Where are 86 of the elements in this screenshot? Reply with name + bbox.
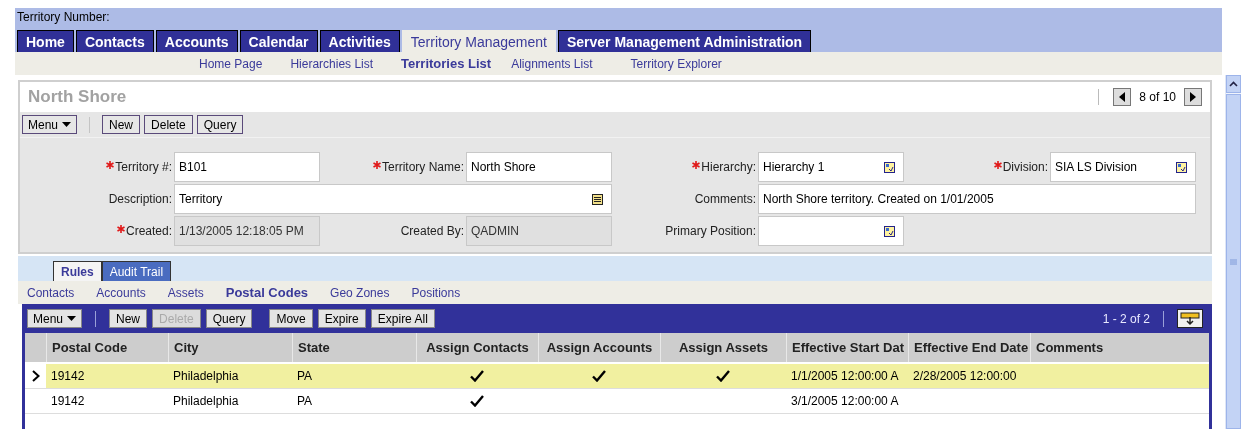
table-cell: 1/1/2005 12:00:00 A xyxy=(791,369,899,383)
table-row[interactable]: 19142 Philadelphia PA 1/1/2005 12:00:00 A 2/28/2005 12:00:00 xyxy=(25,364,1209,389)
toolbar-button[interactable]: Expire All xyxy=(370,309,435,328)
nav-tab[interactable]: Activities xyxy=(319,30,400,52)
view-tab[interactable]: Audit Trail xyxy=(101,261,172,281)
record-title: North Shore xyxy=(28,87,127,107)
nav-tab[interactable]: Territory Management xyxy=(401,30,556,52)
record-position: 8 of 10 xyxy=(1139,90,1176,104)
related-link[interactable]: Assets xyxy=(167,285,204,300)
field-label: Created By: xyxy=(400,224,464,238)
table-cell: 2/28/2005 12:00:00 xyxy=(913,369,1017,383)
previous-record-button[interactable] xyxy=(1113,88,1132,106)
input-field[interactable]: 1/13/2005 12:18:05 PM xyxy=(174,216,320,246)
field-label: Comments: xyxy=(694,192,756,206)
toolbar-button[interactable]: Expire xyxy=(317,309,366,328)
toolbar-button[interactable]: Move xyxy=(269,309,313,328)
field-label: Description: xyxy=(108,192,172,206)
left-triangle-icon xyxy=(1118,92,1127,102)
field-label: Division: xyxy=(1002,160,1048,174)
nav-tab[interactable]: Calendar xyxy=(239,30,318,52)
input-field[interactable]: North Shore xyxy=(466,152,612,182)
table-cell: Philadelphia xyxy=(173,394,239,408)
input-field[interactable]: North Shore territory. Created on 1/01/2005 xyxy=(758,184,1196,214)
column-header[interactable]: Postal Code xyxy=(46,333,168,362)
subnav-link[interactable]: Alignments List xyxy=(511,56,593,71)
toolbar-button[interactable]: Query xyxy=(205,309,253,328)
related-link[interactable]: Positions xyxy=(411,285,461,300)
subnav-link[interactable]: Territories List xyxy=(401,56,492,71)
related-link[interactable]: Contacts xyxy=(27,285,75,300)
caret-icon xyxy=(62,122,72,127)
next-record-button[interactable] xyxy=(1184,88,1202,106)
table-cell: Philadelphia xyxy=(173,369,239,383)
nav-tab[interactable]: Home xyxy=(17,30,74,52)
input-field[interactable]: B101 xyxy=(174,152,320,182)
territory-number-label: Territory Number: xyxy=(16,9,111,26)
view-tab[interactable]: Rules xyxy=(53,261,102,281)
table-cell: PA xyxy=(297,394,313,408)
picklist-icon[interactable] xyxy=(884,225,895,237)
picklist-icon[interactable] xyxy=(1176,161,1187,173)
caret-icon xyxy=(67,316,77,321)
nav-tab[interactable]: Accounts xyxy=(155,30,238,52)
related-link[interactable]: Postal Codes xyxy=(225,285,309,300)
download-icon xyxy=(1180,311,1200,326)
nav-tab[interactable]: Contacts xyxy=(75,30,154,52)
right-triangle-icon xyxy=(1189,92,1197,102)
toolbar-button[interactable]: Query xyxy=(196,115,244,134)
nav-tab[interactable]: Server Management Administration xyxy=(557,30,812,52)
picklist-field[interactable]: Hierarchy 1 xyxy=(758,152,904,182)
related-link[interactable]: Geo Zones xyxy=(330,285,390,300)
table-cell: 19142 xyxy=(51,369,85,383)
field-label: Territory #: xyxy=(115,160,172,174)
toolbar-button[interactable]: New xyxy=(109,309,148,328)
export-button[interactable] xyxy=(1177,309,1203,328)
notes-icon[interactable] xyxy=(592,193,603,205)
row-pointer-icon xyxy=(31,370,40,382)
field-label: Primary Position: xyxy=(665,224,756,238)
field-label: Territory Name: xyxy=(382,160,464,174)
menu-button[interactable]: Menu xyxy=(27,309,83,328)
column-header[interactable]: Comments xyxy=(1030,333,1208,362)
table-cell: 3/1/2005 12:00:00 A xyxy=(791,394,899,408)
field-label: Created: xyxy=(125,224,172,238)
picklist-field[interactable] xyxy=(758,216,904,246)
table-cell: PA xyxy=(297,369,313,383)
picklist-field[interactable]: SIA LS Division xyxy=(1050,152,1196,182)
toolbar-button[interactable]: Delete xyxy=(144,115,193,134)
column-header[interactable]: Effective Start Dat xyxy=(786,333,908,362)
picklist-icon[interactable] xyxy=(884,161,895,173)
toolbar-button[interactable]: New xyxy=(102,115,141,134)
field-label: Hierarchy: xyxy=(701,160,756,174)
record-count: 1 - 2 of 2 xyxy=(1102,311,1150,326)
column-header[interactable]: Effective End Date xyxy=(908,333,1030,362)
related-link[interactable]: Accounts xyxy=(96,285,146,300)
subnav-link[interactable]: Hierarchies List xyxy=(290,56,374,71)
column-header[interactable]: City xyxy=(168,333,292,362)
subnav-link[interactable]: Territory Explorer xyxy=(630,56,722,71)
input-field[interactable]: Territory xyxy=(174,184,612,214)
chevron-up-icon xyxy=(1229,81,1238,87)
column-header[interactable]: Assign Accounts xyxy=(538,333,660,362)
column-header[interactable]: State xyxy=(292,333,416,362)
input-field[interactable]: QADMIN xyxy=(466,216,612,246)
scroll-up-button[interactable] xyxy=(1226,75,1241,93)
subnav-link[interactable]: Home Page xyxy=(199,56,263,71)
column-header[interactable]: Assign Assets xyxy=(660,333,786,362)
table-cell: 19142 xyxy=(51,394,85,408)
column-header[interactable]: Assign Contacts xyxy=(416,333,538,362)
menu-button[interactable]: Menu xyxy=(22,115,78,134)
